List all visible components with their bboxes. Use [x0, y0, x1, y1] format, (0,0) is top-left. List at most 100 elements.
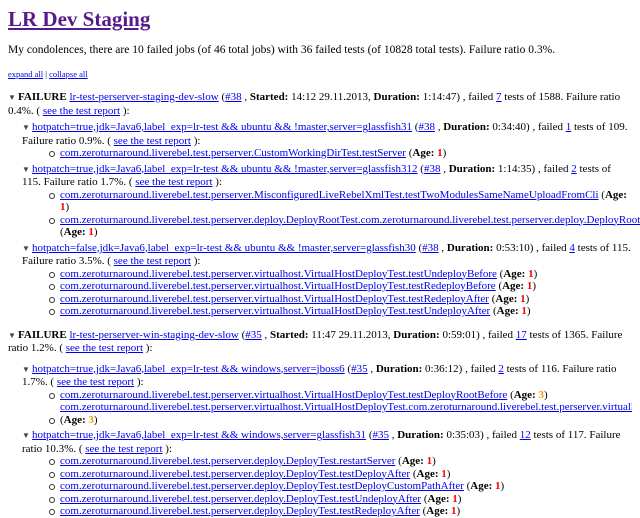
started-value: 14:12 29.11.2013 — [291, 91, 369, 103]
age-value: 1 — [452, 492, 458, 505]
list-item: com.zeroturnaround.liverebel.test.perser… — [60, 401, 632, 414]
age-value: 3 — [538, 388, 544, 401]
config-block: ▼ hotpatch=true,jdk=Java6,label_exp=lr-te… — [22, 121, 632, 160]
failed-count-link[interactable]: 12 — [520, 429, 531, 441]
age-value: 1 — [437, 147, 443, 159]
age-value: 1 — [521, 305, 527, 317]
failed-test-list: com.zeroturnaround.liverebel.test.perser… — [22, 455, 632, 518]
job-build-link[interactable]: #35 — [245, 329, 262, 341]
job-block: ▼ FAILURE lr-test-perserver-staging-dev-s… — [8, 91, 640, 318]
age-label: Age: — [604, 188, 627, 201]
collapse-triangle-icon[interactable]: ▼ — [22, 164, 32, 177]
duration-label: Duration: — [443, 121, 490, 133]
config-build-link[interactable]: #38 — [418, 121, 435, 133]
failed-count-link[interactable]: 2 — [498, 363, 504, 375]
test-name-link[interactable]: com.zeroturnaround.liverebel.test.perser… — [60, 480, 464, 492]
list-item: com.zeroturnaround.liverebel.test.perser… — [49, 492, 632, 506]
failed-count-link[interactable]: 2 — [571, 163, 577, 175]
test-name-link[interactable]: com.zeroturnaround.liverebel.test.perser… — [60, 401, 632, 413]
list-item: com.zeroturnaround.liverebel.test.perser… — [49, 214, 640, 239]
collapse-triangle-icon[interactable]: ▼ — [22, 122, 32, 135]
config-block: ▼ hotpatch=true,jdk=Java6,label_exp=lr-te… — [22, 429, 632, 518]
summary-text: My condolences, there are 10 failed jobs… — [8, 44, 556, 56]
config-name-link[interactable]: hotpatch=true,jdk=Java6,label_exp=lr-tes… — [32, 363, 345, 375]
failed-count-link[interactable]: 7 — [496, 91, 502, 103]
see-report-link[interactable]: see the test report — [135, 176, 212, 188]
duration-label: Duration: — [397, 429, 444, 441]
age-value: 1 — [528, 267, 534, 280]
test-name-link[interactable]: com.zeroturnaround.liverebel.test.perser… — [60, 268, 497, 280]
see-report-link[interactable]: see the test report — [114, 135, 191, 147]
collapse-triangle-icon[interactable]: ▼ — [8, 330, 18, 343]
config-build-link[interactable]: #38 — [424, 163, 441, 175]
duration-label: Duration: — [446, 241, 494, 254]
test-name-link[interactable]: com.zeroturnaround.liverebel.test.perser… — [60, 147, 406, 159]
see-report-link[interactable]: see the test report — [57, 376, 134, 388]
age-value: 1 — [520, 292, 526, 305]
collapse-triangle-icon[interactable]: ▼ — [22, 364, 32, 377]
job-name-link[interactable]: lr-test-perserver-staging-dev-slow — [69, 91, 218, 103]
list-item: com.zeroturnaround.liverebel.test.perser… — [49, 480, 632, 493]
job-header: ▼ FAILURE lr-test-perserver-win-staging-d… — [8, 328, 623, 355]
failed-count-link[interactable]: 1 — [566, 121, 572, 133]
list-item: com.zeroturnaround.liverebel.test.perser… — [49, 292, 632, 306]
duration-value: 0:59:01 — [442, 328, 477, 341]
collapse-triangle-icon[interactable]: ▼ — [22, 430, 32, 443]
test-name-link[interactable]: com.zeroturnaround.liverebel.test.perser… — [60, 389, 507, 401]
age-label: Age: — [470, 480, 493, 492]
see-report-link[interactable]: see the test report — [114, 255, 191, 267]
config-build-link[interactable]: #35 — [351, 363, 368, 375]
collapse-all-link[interactable]: collapse all — [49, 69, 87, 79]
test-name-link[interactable]: com.zeroturnaround.liverebel.test.perser… — [60, 280, 496, 292]
job-header: ▼ FAILURE lr-test-perserver-staging-dev-s… — [8, 91, 621, 117]
expand-all-link[interactable]: expand all — [8, 69, 43, 79]
config-build-link[interactable]: #38 — [422, 242, 439, 254]
started-label: Started: — [270, 328, 309, 341]
age-value: 1 — [88, 226, 94, 238]
list-item: com.zeroturnaround.liverebel.test.perser… — [49, 505, 632, 518]
see-report-link[interactable]: see the test report — [66, 342, 143, 354]
test-name-link[interactable]: com.zeroturnaround.liverebel.test.perser… — [60, 493, 421, 505]
job-build-link[interactable]: #38 — [225, 91, 242, 103]
config-name-link[interactable]: hotpatch=true,jdk=Java6,label_exp=lr-tes… — [32, 163, 418, 175]
age-label: Age: — [495, 292, 518, 305]
list-item: com.zeroturnaround.liverebel.test.perser… — [49, 280, 632, 293]
failed-test-list: com.zeroturnaround.liverebel.test.perser… — [22, 268, 632, 318]
failed-count-link[interactable]: 4 — [569, 242, 575, 254]
config-name-link[interactable]: hotpatch=false,jdk=Java6,label_exp=lr-te… — [32, 242, 416, 254]
job-name-link[interactable]: lr-test-perserver-win-staging-dev-slow — [69, 329, 238, 341]
age-value: 1 — [495, 480, 501, 492]
collapse-triangle-icon[interactable]: ▼ — [22, 243, 32, 256]
test-name-link[interactable]: com.zeroturnaround.liverebel.test.perser… — [60, 505, 420, 517]
page-title[interactable]: LR Dev Staging — [8, 6, 632, 32]
config-total-text: tests of 115. — [577, 241, 631, 254]
failed-count-link[interactable]: 17 — [516, 329, 527, 341]
test-name-link[interactable]: com.zeroturnaround.liverebel.test.perser… — [60, 455, 395, 467]
started-label: Started: — [249, 91, 289, 103]
age-label: Age: — [426, 505, 449, 517]
age-label: Age: — [427, 492, 450, 505]
age-label: Age: — [63, 413, 86, 426]
age-value: 1 — [426, 455, 433, 467]
collapse-triangle-icon[interactable]: ▼ — [8, 92, 18, 105]
age-label: Age: — [502, 280, 525, 292]
config-build-link[interactable]: #35 — [372, 429, 389, 441]
test-name-link[interactable]: com.zeroturnaround.liverebel.test.perser… — [60, 305, 490, 317]
test-name-link[interactable]: com.zeroturnaround.liverebel.test.perser… — [60, 293, 489, 305]
list-item: com.zeroturnaround.liverebel.test.perser… — [49, 267, 632, 281]
failed-test-list: com.zeroturnaround.liverebel.test.perser… — [22, 188, 640, 239]
list-item: com.zeroturnaround.liverebel.test.perser… — [49, 305, 632, 318]
see-report-link[interactable]: see the test report — [85, 443, 162, 455]
failure-ratio: Failure ratio 1.7%. — [43, 176, 127, 188]
age-value: 1 — [451, 505, 457, 517]
duration-value: 0:36:12 — [425, 362, 459, 375]
age-label: Age: — [503, 267, 526, 280]
duration-value: 0:34:40 — [492, 121, 527, 133]
test-name-link[interactable]: com.zeroturnaround.liverebel.test.perser… — [60, 189, 599, 201]
test-name-link[interactable]: com.zeroturnaround.liverebel.test.perser… — [60, 214, 640, 226]
config-name-link[interactable]: hotpatch=true,jdk=Java6,label_exp=lr-tes… — [32, 429, 366, 441]
see-report-link[interactable]: see the test report — [43, 105, 120, 117]
config-name-link[interactable]: hotpatch=true,jdk=Java6,label_exp=lr-tes… — [32, 121, 412, 133]
config-block: ▼ hotpatch=true,jdk=Java6,label_exp=lr-te… — [22, 363, 632, 427]
failed-test-list: com.zeroturnaround.liverebel.test.perser… — [22, 147, 632, 160]
